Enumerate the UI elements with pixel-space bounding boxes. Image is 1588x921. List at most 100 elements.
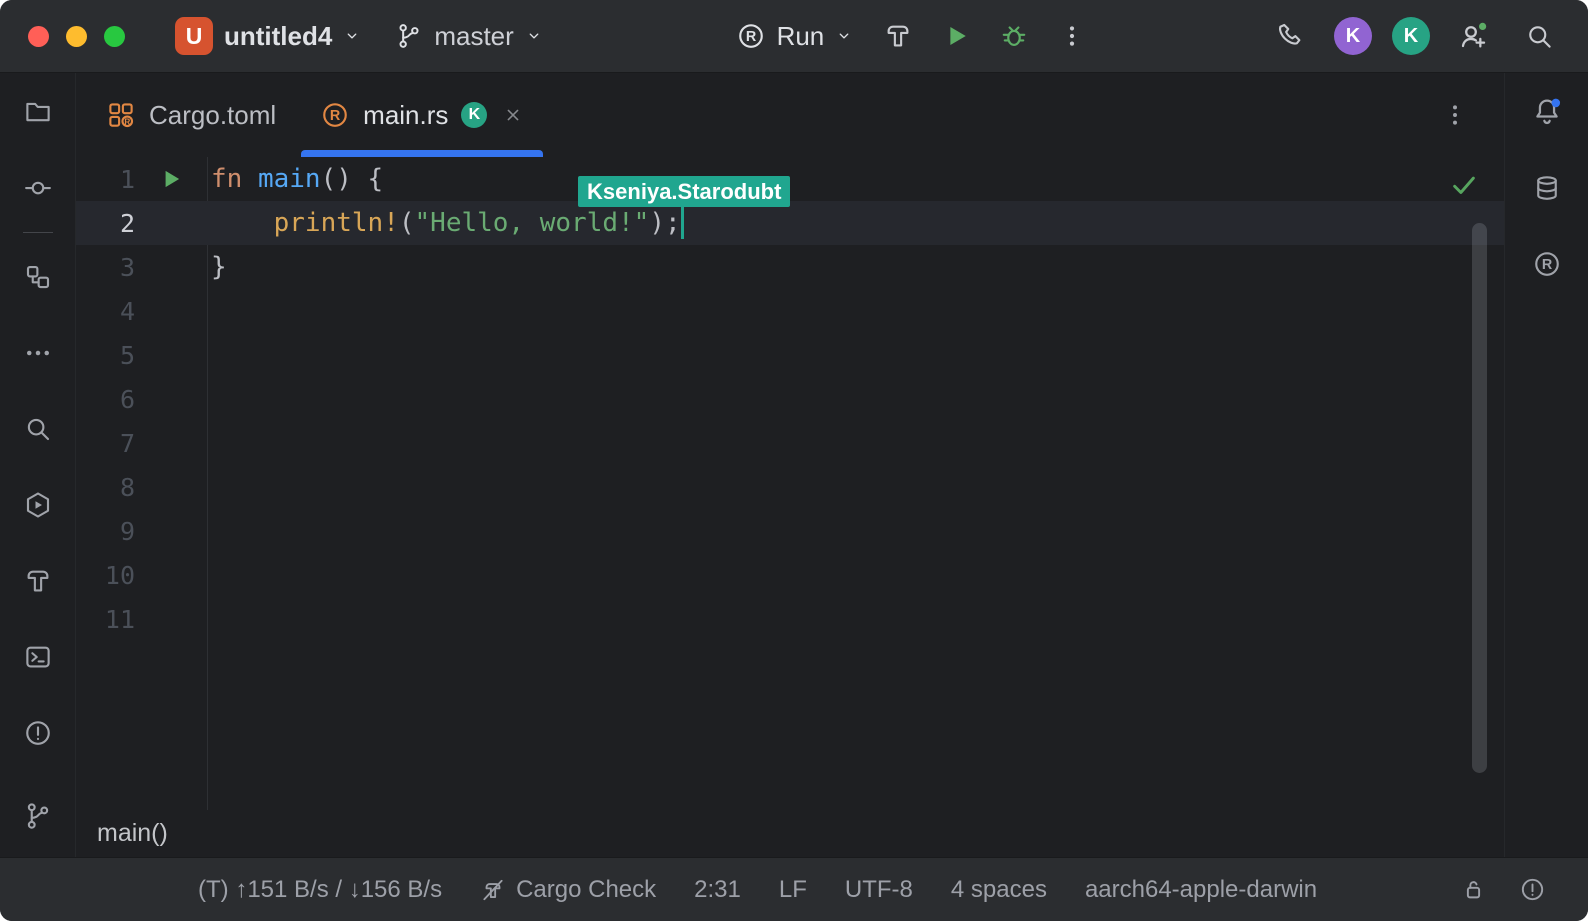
line-number[interactable]: 4 <box>76 297 135 326</box>
statusbar-right-group <box>1460 876 1546 903</box>
code-token-plain: ( <box>398 208 415 238</box>
line-number[interactable]: 2 <box>76 209 135 238</box>
commit-tool-button[interactable] <box>12 162 64 214</box>
line-separator-status[interactable]: LF <box>779 876 807 904</box>
tab-main-rs[interactable]: R main.rs K <box>298 73 546 157</box>
project-tool-button[interactable] <box>12 86 64 138</box>
problems-indicator-button[interactable] <box>1519 876 1546 903</box>
gutter-marker-area <box>135 553 207 597</box>
code-line-text[interactable] <box>207 597 1504 641</box>
breadcrumb-item[interactable]: main() <box>97 819 168 848</box>
line-number[interactable]: 8 <box>76 473 135 502</box>
collaborator-follow-badge[interactable]: K <box>461 102 488 128</box>
project-name: untitled4 <box>224 20 333 51</box>
close-tab-button[interactable] <box>502 104 524 126</box>
more-actions-button[interactable] <box>1049 13 1095 59</box>
line-number[interactable]: 10 <box>76 561 135 590</box>
zoom-window-button[interactable] <box>104 25 125 47</box>
find-tool-button[interactable] <box>12 403 64 455</box>
build-tool-button[interactable] <box>12 555 64 607</box>
editor[interactable]: 1 fn main() {2 println!("Hello, world!");… <box>76 157 1504 810</box>
editor-line[interactable]: 5 <box>76 333 1504 377</box>
code-token-plain: ); <box>649 208 681 238</box>
problems-tool-button[interactable] <box>12 707 64 759</box>
run-button[interactable] <box>933 13 979 59</box>
code-line-text[interactable]: println!("Hello, world!"); Kseniya.Starod… <box>207 176 1504 245</box>
vcs-branch-widget[interactable]: master <box>385 14 552 59</box>
caret-position-status[interactable]: 2:31 <box>694 876 741 904</box>
tab-cargo-toml[interactable]: R Cargo.toml <box>84 73 298 157</box>
gutter-marker-area <box>135 421 207 465</box>
network-traffic-status[interactable]: (T) ↑151 B/s / ↓156 B/s <box>198 876 442 904</box>
code-line-text[interactable] <box>207 377 1504 421</box>
run-configuration-widget[interactable]: R Run <box>726 14 864 59</box>
editor-line[interactable]: 7 <box>76 421 1504 465</box>
code-line-text[interactable] <box>207 289 1504 333</box>
collaborator-avatar[interactable]: K <box>1334 17 1373 55</box>
bell-icon <box>1535 98 1560 125</box>
editor-line[interactable]: 2 println!("Hello, world!"); Kseniya.Star… <box>76 176 1504 245</box>
gutter-marker-area <box>135 289 207 333</box>
database-icon <box>1536 176 1557 200</box>
left-tool-stripe <box>0 73 76 857</box>
gutter-marker-area <box>135 377 207 421</box>
code-line-text[interactable] <box>207 333 1504 377</box>
close-window-button[interactable] <box>28 25 49 47</box>
editor-scrollbar[interactable] <box>1472 223 1487 773</box>
cargo-check-disabled-icon <box>483 879 503 900</box>
indent-status[interactable]: 4 spaces <box>951 876 1047 904</box>
editor-line[interactable]: 4 <box>76 289 1504 333</box>
gutter-marker-area <box>135 333 207 377</box>
breadcrumb-bar: main() <box>76 810 1504 857</box>
notifications-button[interactable] <box>1521 86 1573 138</box>
code-line-text[interactable]: fn main() { <box>207 157 1504 201</box>
editor-line[interactable]: 9 <box>76 509 1504 553</box>
inspections-ok-icon[interactable] <box>1449 170 1479 207</box>
call-button[interactable] <box>1268 13 1314 59</box>
terminal-tool-button[interactable] <box>12 631 64 683</box>
code-line-text[interactable] <box>207 553 1504 597</box>
gutter-marker-area <box>135 509 207 553</box>
search-everywhere-button[interactable] <box>1516 13 1562 59</box>
svg-text:R: R <box>745 29 756 45</box>
services-tool-button[interactable] <box>12 479 64 531</box>
structure-tool-button[interactable] <box>12 251 64 303</box>
invite-user-button[interactable] <box>1450 13 1496 59</box>
svg-text:R: R <box>124 117 130 126</box>
cargo-check-status[interactable]: Cargo Check <box>480 876 656 904</box>
line-number[interactable]: 5 <box>76 341 135 370</box>
project-icon: U <box>175 17 213 55</box>
chevron-down-icon <box>839 33 849 39</box>
editor-line[interactable]: 11 <box>76 597 1504 641</box>
rust-config-icon: R <box>738 24 763 48</box>
minimize-window-button[interactable] <box>66 25 87 47</box>
line-number[interactable]: 9 <box>76 517 135 546</box>
user-avatar[interactable]: K <box>1392 17 1431 55</box>
line-number[interactable]: 6 <box>76 385 135 414</box>
tab-options-button[interactable] <box>1432 92 1478 138</box>
editor-line[interactable]: 3} <box>76 245 1504 289</box>
build-button[interactable] <box>875 13 921 59</box>
code-line-text[interactable] <box>207 421 1504 465</box>
line-number[interactable]: 11 <box>76 605 135 634</box>
line-number[interactable]: 7 <box>76 429 135 458</box>
project-widget[interactable]: U untitled4 <box>165 10 371 62</box>
debug-button[interactable] <box>991 13 1037 59</box>
rust-tool-button[interactable]: R <box>1521 238 1573 290</box>
code-line-text[interactable]: } <box>207 245 1504 289</box>
database-tool-button[interactable] <box>1521 162 1573 214</box>
services-hexagon-icon <box>26 492 49 518</box>
editor-line[interactable]: 8 <box>76 465 1504 509</box>
code-line-text[interactable] <box>207 465 1504 509</box>
readonly-lock-button[interactable] <box>1460 876 1487 903</box>
run-line-marker[interactable] <box>135 157 207 201</box>
more-tool-windows-button[interactable] <box>12 327 64 379</box>
editor-line[interactable]: 10 <box>76 553 1504 597</box>
editor-line[interactable]: 6 <box>76 377 1504 421</box>
line-number[interactable]: 3 <box>76 253 135 282</box>
encoding-status[interactable]: UTF-8 <box>845 876 913 904</box>
toolchain-status[interactable]: aarch64-apple-darwin <box>1085 876 1317 904</box>
version-control-tool-button[interactable] <box>12 790 64 842</box>
code-line-text[interactable] <box>207 509 1504 553</box>
line-number[interactable]: 1 <box>76 165 135 194</box>
